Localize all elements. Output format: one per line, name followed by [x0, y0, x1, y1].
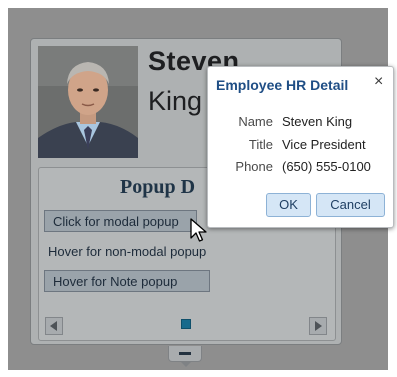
note-popup-button[interactable]: Hover for Note popup [44, 270, 210, 292]
employee-hr-detail-dialog: Employee HR Detail × Name Steven King Ti… [207, 66, 394, 228]
phone-value: (650) 555-0100 [282, 159, 371, 174]
title-label: Title [248, 137, 273, 152]
name-value: Steven King [282, 114, 353, 129]
modal-popup-button[interactable]: Click for modal popup [44, 210, 197, 232]
name-label: Name [238, 114, 273, 129]
handle-pointer [180, 361, 192, 367]
carousel-next-button[interactable] [309, 317, 327, 335]
phone-label: Phone [235, 159, 273, 174]
chevron-right-icon [315, 321, 322, 331]
nonmodal-popup-link[interactable]: Hover for non-modal popup [48, 244, 206, 259]
popup-demo-title: Popup D [120, 176, 196, 198]
close-icon[interactable]: × [374, 73, 383, 91]
dialog-title: Employee HR Detail [216, 77, 349, 93]
carousel-page-indicator[interactable] [181, 319, 191, 329]
employee-last-name: King [148, 86, 203, 116]
carousel-prev-button[interactable] [45, 317, 63, 335]
ok-button[interactable]: OK [266, 193, 311, 217]
collapse-handle-icon [179, 352, 191, 355]
chevron-left-icon [50, 321, 57, 331]
mouse-pointer-icon [190, 218, 208, 249]
title-value: Vice President [282, 137, 366, 152]
cancel-button[interactable]: Cancel [316, 193, 385, 217]
collapse-handle[interactable] [168, 346, 202, 367]
employee-photo [38, 46, 138, 158]
